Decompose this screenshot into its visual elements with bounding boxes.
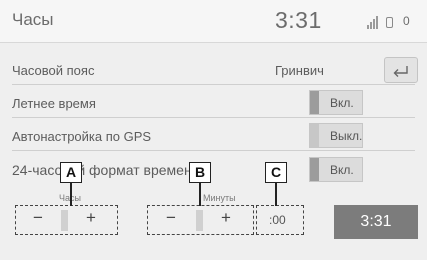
minutes-minus-button[interactable]: −: [166, 208, 176, 228]
clock-display-button[interactable]: 3:31: [334, 205, 418, 239]
dst-indicator: [310, 91, 319, 114]
row-gps[interactable]: Автонастройка по GPS Выкл.: [0, 121, 427, 151]
callout-a: A: [60, 162, 82, 183]
clock-settings-screen: Часы 3:31 0 Часовой пояс Гринвич Летнее …: [0, 0, 427, 260]
callout-c: C: [265, 162, 287, 183]
callout-a-leader: [70, 183, 72, 206]
hours-divider: [61, 210, 68, 231]
screen-title: Часы: [12, 10, 54, 29]
row-timezone[interactable]: Часовой пояс Гринвич: [0, 55, 427, 85]
back-button[interactable]: [384, 57, 418, 83]
dst-toggle-label: Вкл.: [330, 96, 354, 110]
minutes-adjust-group: − +: [147, 205, 254, 235]
timezone-label: Часовой пояс: [12, 63, 95, 78]
dst-toggle[interactable]: Вкл.: [309, 90, 363, 115]
minutes-caption: Минуты: [203, 193, 236, 203]
gps-toggle[interactable]: Выкл.: [309, 123, 363, 148]
reset-minutes-button[interactable]: :00: [256, 205, 304, 235]
clock-button-label: 3:31: [360, 213, 392, 230]
gps-toggle-label: Выкл.: [330, 129, 363, 143]
format24-indicator: [310, 158, 319, 181]
minutes-plus-button[interactable]: +: [221, 208, 231, 228]
battery-icon: [386, 17, 393, 28]
format24-toggle[interactable]: Вкл.: [309, 157, 363, 182]
callout-c-leader: [275, 183, 277, 206]
gps-label: Автонастройка по GPS: [12, 129, 152, 144]
back-arrow-icon: [393, 66, 408, 77]
hours-plus-button[interactable]: +: [86, 208, 96, 228]
header-time: 3:31: [275, 7, 322, 33]
row-divider: [12, 84, 415, 85]
row-dst[interactable]: Летнее время Вкл.: [0, 88, 427, 118]
gps-indicator: [310, 124, 319, 147]
timezone-value: Гринвич: [275, 63, 324, 78]
figure: Часы 3:31 0 Часовой пояс Гринвич Летнее …: [0, 0, 427, 260]
hours-adjust-group: − +: [15, 205, 118, 235]
header-bar: Часы 3:31 0: [0, 0, 427, 43]
dst-label: Летнее время: [12, 96, 96, 111]
row-divider: [12, 117, 415, 118]
row-divider: [12, 150, 415, 151]
hours-minus-button[interactable]: −: [33, 208, 43, 228]
reset-minutes-value: :00: [269, 213, 286, 227]
status-digit: 0: [403, 14, 410, 28]
callout-b: B: [189, 162, 211, 183]
format24-toggle-label: Вкл.: [330, 163, 354, 177]
status-icons: 0: [367, 14, 419, 29]
format24-label: 24-часовой формат времени: [12, 162, 200, 178]
minutes-divider: [196, 210, 203, 231]
callout-b-leader: [199, 183, 201, 206]
